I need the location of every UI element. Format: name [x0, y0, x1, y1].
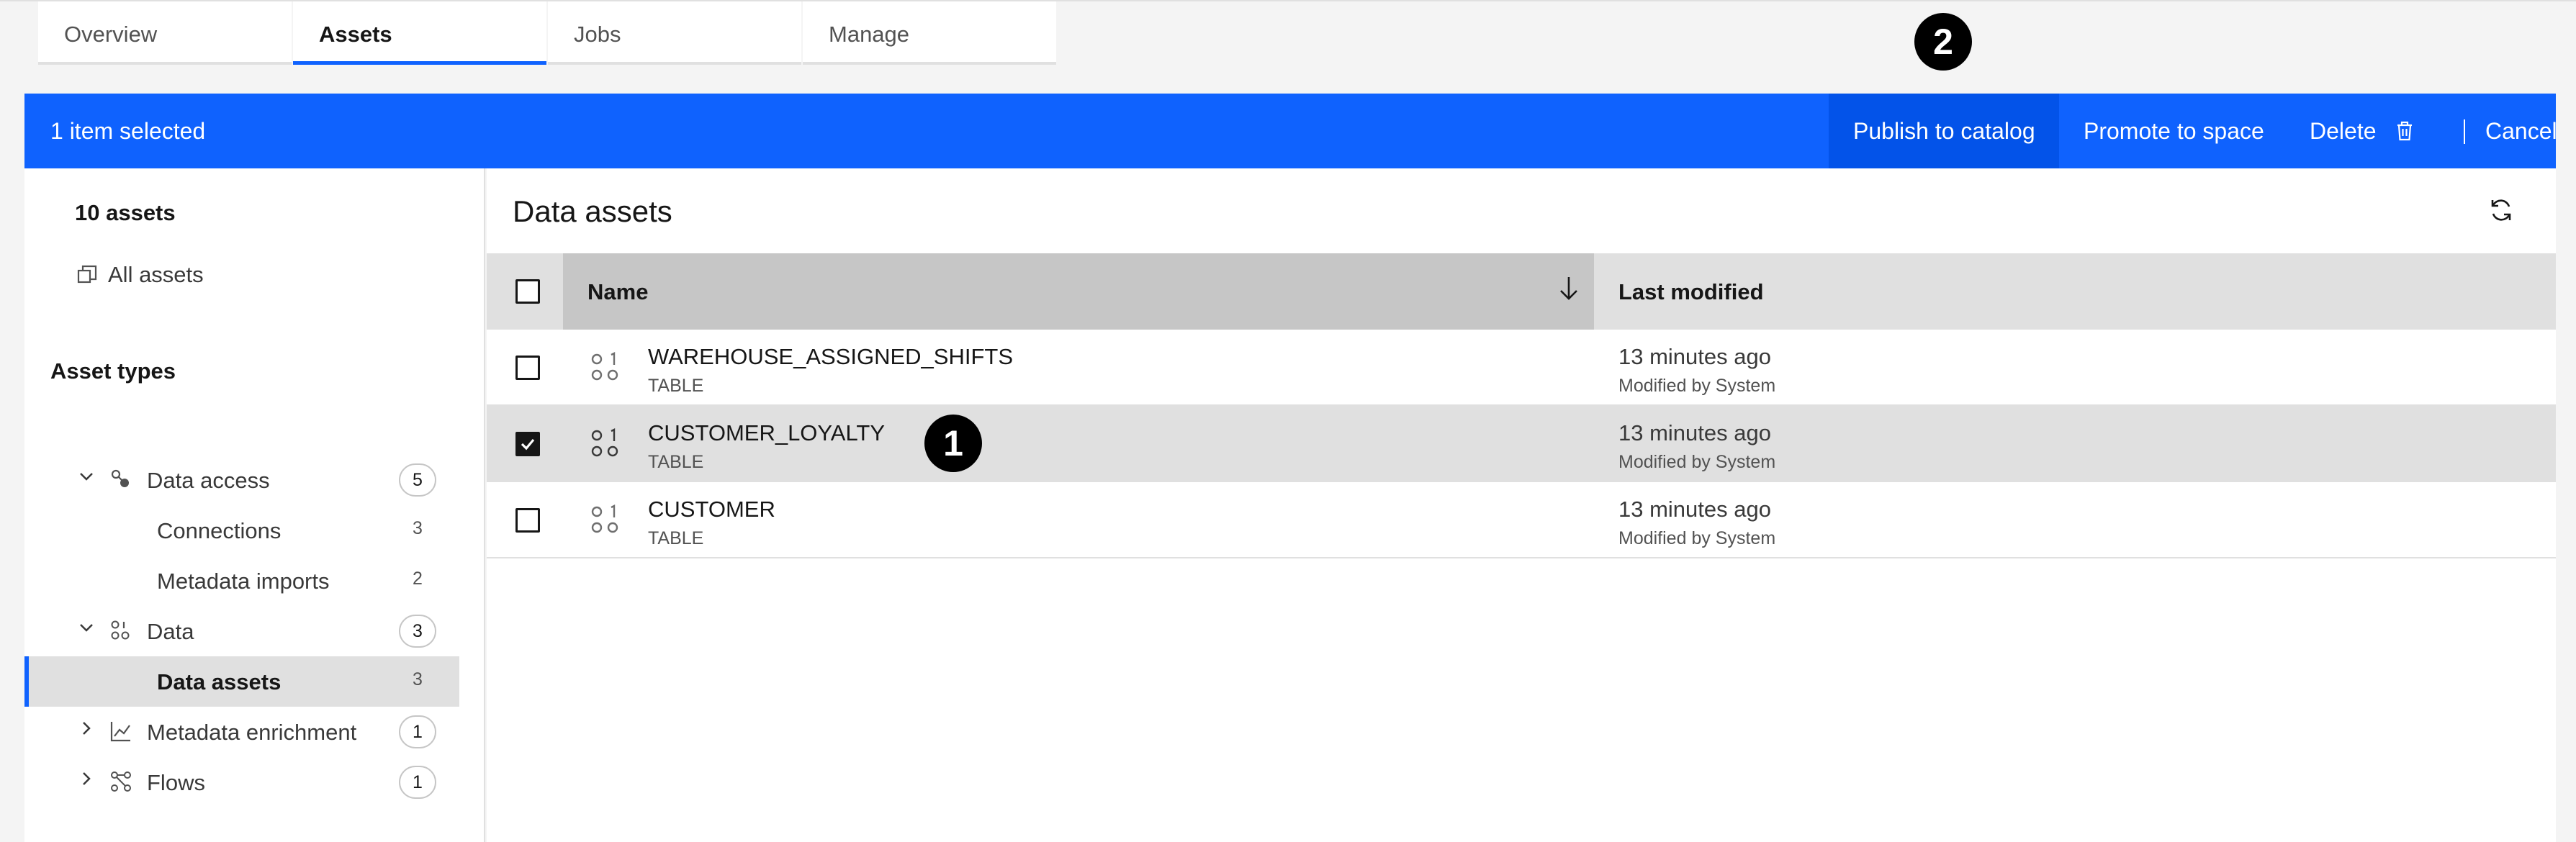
asset-count: 10 assets [75, 200, 176, 225]
tree-item-data-assets[interactable]: Data assets 3 [24, 656, 459, 707]
divider [2464, 119, 2465, 144]
tree-item-metadata-imports[interactable]: Metadata imports 2 [24, 556, 459, 606]
publish-to-catalog-button[interactable]: Publish to catalog [1829, 94, 2059, 168]
tree-item-metadata-enrichment[interactable]: Metadata enrichment 1 [24, 707, 459, 757]
table-asset-icon [591, 352, 618, 381]
select-all-checkbox[interactable] [515, 279, 540, 304]
table-row[interactable]: CUSTOMER TABLE 13 minutes ago Modified b… [487, 482, 2556, 558]
table-asset-icon [591, 428, 618, 457]
data-assets-panel: Data assets Name Last modified WAREHOUSE… [487, 168, 2556, 842]
delete-button[interactable]: Delete [2310, 94, 2454, 168]
selection-count: 1 item selected [50, 118, 206, 144]
callout-badge: 1 [924, 415, 982, 472]
column-label: Name [587, 279, 649, 304]
tree-item-label: Data access [147, 468, 270, 493]
button-label: Cancel [2485, 118, 2557, 144]
trash-icon [2397, 121, 2413, 141]
tree-item-connections[interactable]: Connections 3 [24, 505, 459, 556]
column-label: Last modified [1618, 279, 1764, 304]
callout-badge: 2 [1914, 13, 1972, 71]
count-badge: 1 [399, 766, 436, 799]
chevron-right-icon[interactable] [78, 720, 95, 737]
count-badge: 5 [399, 463, 436, 497]
count-badge: 2 [413, 569, 423, 589]
modified-time: 13 minutes ago [1618, 420, 1771, 445]
tab-bar: Overview Assets Jobs Manage [0, 0, 2576, 65]
tab-label: Jobs [574, 22, 621, 47]
chevron-right-icon[interactable] [78, 770, 95, 787]
asset-name[interactable]: CUSTOMER [648, 497, 775, 522]
tree-item-data[interactable]: Data 3 [24, 606, 459, 656]
tree-item-label: Connections [157, 518, 282, 543]
data-access-icon [109, 468, 132, 491]
copy-icon [77, 265, 97, 284]
cancel-button[interactable]: Cancel [2485, 94, 2557, 168]
select-all-cell [487, 253, 563, 330]
row-checkbox[interactable] [515, 508, 540, 533]
tree-item-label: Metadata enrichment [147, 720, 357, 745]
table-asset-icon [591, 504, 618, 533]
modified-time: 13 minutes ago [1618, 344, 1771, 369]
last-modified-column-header[interactable]: Last modified [1594, 253, 1764, 305]
enrichment-icon [109, 720, 132, 743]
tab-overview[interactable]: Overview [38, 1, 292, 65]
table-row[interactable]: CUSTOMER_LOYALTY TABLE 1 13 minutes ago … [487, 406, 2556, 482]
tree-item-flows[interactable]: Flows 1 [24, 757, 459, 807]
button-label: Publish to catalog [1853, 118, 2035, 144]
asset-type: TABLE [648, 452, 704, 472]
modified-time: 13 minutes ago [1618, 497, 1771, 522]
button-label: Promote to space [2084, 118, 2264, 144]
tree-item-label: Flows [147, 770, 205, 795]
count-badge: 1 [399, 715, 436, 748]
asset-type: TABLE [648, 528, 704, 548]
asset-filter-panel: 10 assets All assets Asset types Data ac… [24, 168, 485, 842]
promote-to-space-button[interactable]: Promote to space [2084, 94, 2314, 168]
name-column-header[interactable]: Name [563, 253, 1594, 330]
tab-jobs[interactable]: Jobs [548, 1, 801, 65]
modified-by: Modified by System [1618, 376, 1776, 396]
row-checkbox[interactable] [515, 432, 540, 456]
asset-name[interactable]: WAREHOUSE_ASSIGNED_SHIFTS [648, 344, 1013, 370]
data-icon [109, 619, 132, 642]
tab-manage[interactable]: Manage [803, 1, 1056, 65]
tab-label: Assets [319, 22, 392, 47]
tree-item-data-access[interactable]: Data access 5 [24, 455, 459, 505]
tab-label: Overview [64, 22, 158, 47]
asset-name[interactable]: CUSTOMER_LOYALTY [648, 420, 885, 446]
tree-item-label: Data [147, 619, 194, 644]
flows-icon [109, 770, 132, 793]
asset-type: TABLE [648, 376, 704, 396]
checkmark-icon [521, 438, 535, 451]
table-header: Name Last modified [487, 253, 2556, 330]
count-badge: 3 [413, 518, 423, 538]
asset-types-heading: Asset types [50, 358, 176, 384]
batch-action-bar: 1 item selected Publish to catalog Promo… [24, 94, 2557, 168]
tab-assets[interactable]: Assets [293, 1, 546, 65]
table-row[interactable]: WAREHOUSE_ASSIGNED_SHIFTS TABLE 13 minut… [487, 330, 2556, 406]
chevron-down-icon[interactable] [78, 468, 95, 485]
tab-label: Manage [829, 22, 910, 47]
sort-arrow-down-icon[interactable] [1558, 275, 1580, 309]
all-assets-label: All assets [108, 262, 204, 287]
refresh-icon[interactable] [2487, 196, 2516, 225]
modified-by: Modified by System [1618, 452, 1776, 472]
modified-by: Modified by System [1618, 528, 1776, 548]
count-badge: 3 [413, 669, 423, 689]
count-badge: 3 [399, 615, 436, 648]
chevron-down-icon[interactable] [78, 619, 95, 636]
button-label: Delete [2310, 118, 2377, 144]
page-title: Data assets [513, 194, 672, 228]
all-assets-link[interactable]: All assets [76, 262, 204, 288]
tree-item-label: Metadata imports [157, 569, 330, 594]
row-checkbox[interactable] [515, 356, 540, 380]
tree-item-label: Data assets [157, 669, 282, 694]
